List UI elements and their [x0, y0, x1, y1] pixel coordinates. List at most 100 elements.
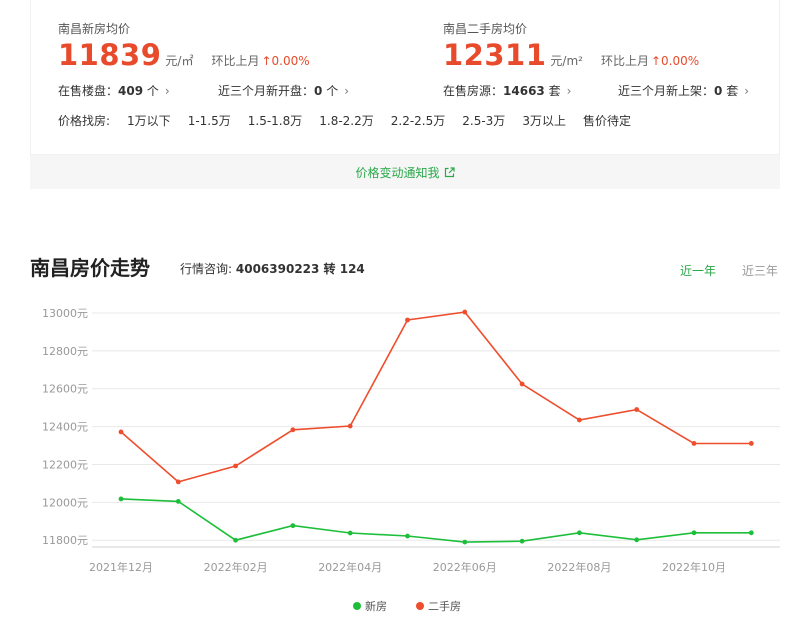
new-home-mom: 环比上月 ↑0.00% — [211, 52, 309, 69]
stat-value: 14663 — [503, 84, 545, 98]
stat-unit: 个 — [146, 84, 159, 98]
price-summary-panel: 南昌新房均价 11839 元/㎡ 环比上月 ↑0.00% 在售楼盘：409 个 › … — [30, 0, 780, 190]
data-point[interactable] — [691, 441, 697, 446]
data-point[interactable] — [634, 537, 640, 543]
legend-label: 新房 — [365, 599, 387, 613]
data-point[interactable] — [405, 317, 410, 323]
data-point[interactable] — [748, 441, 754, 446]
data-point[interactable] — [347, 423, 353, 429]
x-tick-label: 2022年10月 — [662, 560, 726, 574]
price-filter-label: 价格找房: — [58, 114, 111, 128]
stat-label: 近三个月新上架： — [618, 84, 715, 98]
notify-label: 价格变动通知我 — [355, 165, 440, 180]
data-point[interactable] — [175, 498, 181, 504]
new-home-stat-listings[interactable]: 在售楼盘：409 个 › — [58, 82, 170, 99]
x-tick-label: 2022年06月 — [433, 560, 497, 574]
second-hand-unit: 元/m² — [550, 54, 583, 68]
stat-value: 0 — [714, 84, 723, 98]
price-filter-option[interactable]: 2.2-2.5万 — [391, 112, 446, 129]
price-filter-option[interactable]: 2.5-3万 — [462, 112, 505, 129]
x-tick-label: 2022年08月 — [547, 560, 611, 574]
second-hand-mom-value: ↑0.00% — [650, 54, 700, 68]
data-point[interactable] — [748, 530, 754, 536]
tab-one-year[interactable]: 近一年 — [680, 262, 716, 279]
y-tick-label: 12800元 — [42, 345, 88, 358]
new-home-mom-value: ↑0.00% — [261, 54, 310, 68]
data-point[interactable] — [462, 539, 468, 545]
legend-item[interactable]: 新房 — [353, 599, 387, 613]
stat-unit: 套 — [726, 84, 739, 98]
second-hand-title: 南昌二手房均价 — [443, 22, 528, 36]
stat-value: 0 — [314, 84, 323, 98]
data-point[interactable] — [577, 417, 582, 423]
chevron-right-icon: › — [566, 84, 572, 98]
chevron-right-icon: › — [344, 84, 350, 98]
x-tick-label: 2021年12月 — [89, 560, 153, 574]
new-home-price-row: 11839 元/㎡ 环比上月 ↑0.00% — [58, 38, 310, 72]
price-filter-option[interactable]: 售价待定 — [583, 112, 631, 129]
second-hand-price-row: 12311 元/m² 环比上月 ↑0.00% — [443, 38, 699, 72]
x-tick-label: 2022年02月 — [204, 560, 268, 574]
data-point[interactable] — [118, 429, 124, 435]
series-line — [120, 311, 752, 483]
new-home-title: 南昌新房均价 — [58, 22, 131, 36]
stat-value: 409 — [118, 84, 144, 98]
data-point[interactable] — [233, 537, 239, 543]
legend-label: 二手房 — [428, 599, 461, 613]
legend-item[interactable]: 二手房 — [416, 599, 461, 613]
external-link-icon — [444, 166, 455, 177]
price-trend-chart: 11800元 12000元 12200元 12400元 12600元 12800元 1300… — [42, 307, 780, 613]
data-point[interactable] — [233, 463, 239, 469]
legend-swatch — [353, 602, 361, 610]
stat-label: 在售楼盘： — [58, 84, 119, 98]
second-hand-column: 南昌二手房均价 12311 元/m² 环比上月 ↑0.00% — [443, 20, 699, 72]
legend-swatch — [416, 602, 424, 610]
y-tick-label: 12600元 — [42, 383, 88, 396]
chevron-right-icon: › — [744, 84, 750, 98]
data-point[interactable] — [347, 530, 353, 536]
second-hand-mom-label: 环比上月 — [600, 54, 649, 68]
new-home-unit: 元/㎡ — [165, 54, 194, 68]
chevron-right-icon: › — [164, 84, 170, 98]
price-change-notify-button[interactable]: 价格变动通知我 — [30, 155, 780, 189]
data-point[interactable] — [634, 407, 640, 412]
data-point[interactable] — [462, 309, 468, 315]
second-hand-mom: 环比上月 ↑0.00% — [601, 52, 699, 69]
tab-three-years[interactable]: 近三年 — [742, 262, 778, 279]
price-filter-option[interactable]: 1.8-2.2万 — [319, 112, 374, 129]
data-point[interactable] — [290, 427, 296, 433]
stat-label: 近三个月新开盘： — [218, 84, 315, 98]
series-line — [120, 498, 752, 543]
y-tick-label: 12400元 — [42, 421, 88, 434]
price-filter-option[interactable]: 3万以上 — [522, 112, 566, 129]
price-filter-row: 价格找房: 1万以下 1-1.5万 1.5-1.8万 1.8-2.2万 2.2-… — [58, 112, 648, 129]
data-point[interactable] — [118, 496, 124, 502]
x-tick-label: 2022年04月 — [318, 560, 382, 574]
second-hand-stat-new-listings[interactable]: 近三个月新上架：0 套 › — [618, 82, 749, 99]
data-point[interactable] — [405, 533, 410, 539]
y-tick-label: 13000元 — [42, 307, 88, 320]
summary-box: 南昌新房均价 11839 元/㎡ 环比上月 ↑0.00% 在售楼盘：409 个 › … — [30, 0, 780, 155]
price-filter-option[interactable]: 1.5-1.8万 — [248, 112, 303, 129]
data-point[interactable] — [290, 523, 296, 529]
new-home-stat-new-openings[interactable]: 近三个月新开盘：0 个 › — [218, 82, 349, 99]
consult-label: 行情咨询: — [180, 262, 233, 276]
new-home-price: 11839 — [58, 38, 162, 72]
price-filter-option[interactable]: 1-1.5万 — [188, 112, 231, 129]
stat-unit: 个 — [326, 84, 339, 98]
second-hand-stat-listings[interactable]: 在售房源：14663 套 › — [443, 82, 571, 99]
trend-title: 南昌房价走势 — [30, 256, 150, 280]
y-tick-label: 12200元 — [42, 458, 88, 471]
stat-label: 在售房源： — [443, 84, 504, 98]
data-point[interactable] — [691, 530, 697, 536]
trend-header: 南昌房价走势 行情咨询: 4006390223 转 124 近一年 近三年 — [30, 252, 780, 282]
data-point[interactable] — [175, 479, 181, 485]
new-home-mom-label: 环比上月 — [211, 54, 260, 68]
y-tick-label: 11800元 — [42, 534, 88, 547]
data-point[interactable] — [519, 538, 525, 544]
data-point[interactable] — [577, 530, 582, 536]
trend-consult: 行情咨询: 4006390223 转 124 — [180, 260, 365, 277]
price-filter-option[interactable]: 1万以下 — [127, 112, 171, 129]
second-hand-price: 12311 — [443, 38, 547, 72]
data-point[interactable] — [519, 381, 525, 387]
